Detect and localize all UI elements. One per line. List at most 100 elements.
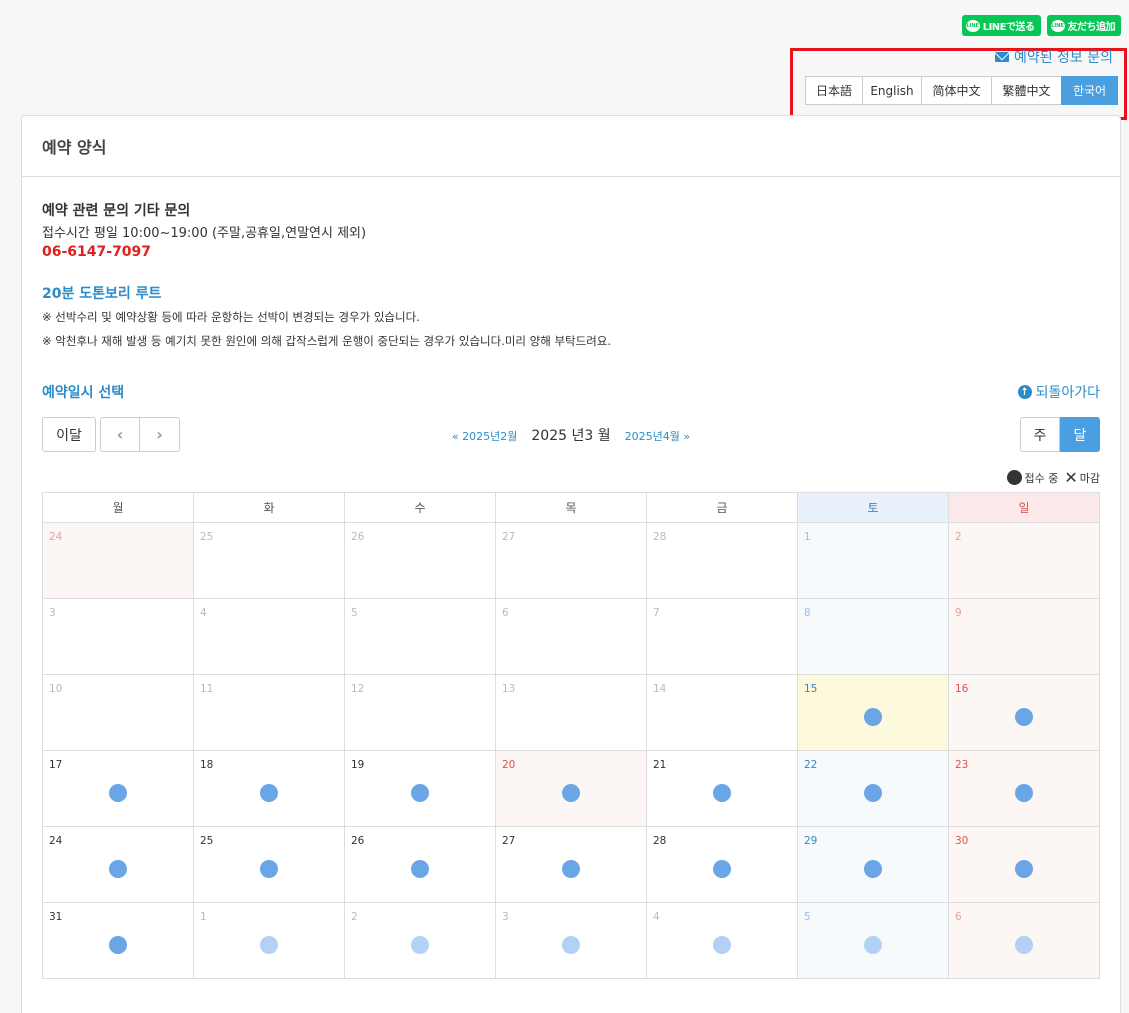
calendar-day-cell[interactable]: 27 bbox=[495, 826, 647, 903]
lang-english-button[interactable]: English bbox=[862, 76, 922, 105]
calendar-day-cell[interactable]: 25 bbox=[193, 826, 345, 903]
reservation-inquiry-label: 예약된 정보 문의 bbox=[1013, 50, 1113, 66]
calendar-day-cell[interactable]: 5 bbox=[797, 902, 949, 979]
calendar-day-cell[interactable]: 6 bbox=[948, 902, 1100, 979]
card-title: 예약 양식 bbox=[22, 116, 1120, 177]
calendar-day-cell[interactable]: 31 bbox=[42, 902, 194, 979]
lang-korean-button[interactable]: 한국어 bbox=[1061, 76, 1118, 105]
day-number: 22 bbox=[804, 759, 818, 771]
day-number: 19 bbox=[351, 759, 365, 771]
calendar-day-cell: 13 bbox=[495, 674, 647, 751]
day-number: 25 bbox=[200, 531, 214, 543]
calendar-week-row: 31 1 2 3 4 5 6 bbox=[42, 902, 1100, 979]
calendar-day-cell: 11 bbox=[193, 674, 345, 751]
calendar-day-cell[interactable]: 22 bbox=[797, 750, 949, 827]
day-number: 28 bbox=[653, 531, 667, 543]
weekday-mon: 월 bbox=[42, 492, 194, 523]
calendar-day-cell[interactable]: 16 bbox=[948, 674, 1100, 751]
available-dot-icon[interactable] bbox=[109, 860, 127, 878]
available-dot-icon[interactable] bbox=[109, 936, 127, 954]
weekday-wed: 수 bbox=[344, 492, 496, 523]
available-dot-icon[interactable] bbox=[411, 860, 429, 878]
available-dot-icon[interactable] bbox=[562, 784, 580, 802]
calendar-week-row: 17 18 19 20 21 22 23 bbox=[42, 750, 1100, 827]
week-view-button[interactable]: 주 bbox=[1020, 417, 1060, 452]
available-dot-icon[interactable] bbox=[562, 860, 580, 878]
calendar-day-cell[interactable]: 18 bbox=[193, 750, 345, 827]
day-number: 23 bbox=[955, 759, 969, 771]
calendar-day-cell[interactable]: 29 bbox=[797, 826, 949, 903]
lang-japanese-button[interactable]: 日本語 bbox=[805, 76, 863, 105]
calendar-day-cell[interactable]: 21 bbox=[646, 750, 798, 827]
month-view-button[interactable]: 달 bbox=[1060, 417, 1100, 452]
available-dot-icon[interactable] bbox=[562, 936, 580, 954]
calendar-day-cell[interactable]: 17 bbox=[42, 750, 194, 827]
calendar-day-cell[interactable]: 24 bbox=[42, 826, 194, 903]
calendar-day-cell: 26 bbox=[344, 522, 496, 599]
calendar-day-cell[interactable]: 23 bbox=[948, 750, 1100, 827]
close-x-icon: ✕ bbox=[1064, 468, 1078, 487]
available-dot-icon[interactable] bbox=[864, 708, 882, 726]
route-note: ※ 악천후나 재해 발생 등 예기치 못한 원인에 의해 갑작스럽게 운행이 중… bbox=[42, 334, 612, 348]
lang-simplified-chinese-button[interactable]: 简体中文 bbox=[921, 76, 992, 105]
line-logo-icon: LINE bbox=[1050, 19, 1065, 32]
line-add-friend-button[interactable]: LINE 友だち追加 bbox=[1046, 15, 1121, 36]
calendar-day-cell[interactable]: 26 bbox=[344, 826, 496, 903]
reservation-inquiry-link[interactable]: 예약된 정보 문의 bbox=[994, 47, 1113, 67]
prev-month-link[interactable]: « 2025년2월 bbox=[452, 428, 517, 444]
legend-open-label: 접수 중 bbox=[1024, 471, 1059, 485]
available-dot-icon[interactable] bbox=[260, 860, 278, 878]
available-dot-icon[interactable] bbox=[864, 936, 882, 954]
available-dot-icon[interactable] bbox=[713, 784, 731, 802]
arrow-up-circle-icon: ↑ bbox=[1017, 385, 1032, 399]
calendar-day-cell[interactable]: 20 bbox=[495, 750, 647, 827]
calendar-day-cell[interactable]: 19 bbox=[344, 750, 496, 827]
available-dot-icon[interactable] bbox=[713, 936, 731, 954]
available-dot-icon[interactable] bbox=[411, 936, 429, 954]
day-number: 26 bbox=[351, 835, 365, 847]
calendar-day-cell[interactable]: 2 bbox=[344, 902, 496, 979]
calendar-day-cell[interactable]: 30 bbox=[948, 826, 1100, 903]
date-select-title: 예약일시 선택 bbox=[42, 385, 125, 401]
calendar-day-cell: 3 bbox=[42, 598, 194, 675]
day-number: 10 bbox=[49, 683, 63, 695]
language-selector: 日本語 English 简体中文 繁體中文 한국어 bbox=[805, 76, 1118, 105]
day-number: 12 bbox=[351, 683, 365, 695]
next-month-link[interactable]: 2025년4월 » bbox=[625, 428, 690, 444]
calendar-day-cell[interactable]: 1 bbox=[193, 902, 345, 979]
line-send-button[interactable]: LINE LINEで送る bbox=[961, 15, 1041, 36]
calendar-day-cell: 8 bbox=[797, 598, 949, 675]
available-dot-icon[interactable] bbox=[1015, 860, 1033, 878]
available-dot-icon[interactable] bbox=[1015, 708, 1033, 726]
calendar-week-row: 10 11 12 13 14 15 16 bbox=[42, 674, 1100, 751]
available-dot-icon[interactable] bbox=[1015, 784, 1033, 802]
back-link[interactable]: ↑ 되돌아가다 bbox=[1017, 382, 1100, 402]
day-number: 29 bbox=[804, 835, 818, 847]
line-add-friend-label: 友だち追加 bbox=[1067, 22, 1116, 33]
back-label: 되돌아가다 bbox=[1035, 385, 1100, 401]
route-note: ※ 선박수리 및 예약상황 등에 따라 운항하는 선박이 변경되는 경우가 있습… bbox=[42, 310, 420, 324]
calendar-day-cell: 14 bbox=[646, 674, 798, 751]
calendar-day-cell[interactable]: 3 bbox=[495, 902, 647, 979]
available-dot-icon[interactable] bbox=[864, 784, 882, 802]
day-number: 4 bbox=[200, 607, 207, 619]
available-dot-icon[interactable] bbox=[109, 784, 127, 802]
available-dot-icon[interactable] bbox=[260, 936, 278, 954]
available-dot-icon[interactable] bbox=[713, 860, 731, 878]
calendar-day-cell[interactable]: 28 bbox=[646, 826, 798, 903]
open-dot-icon bbox=[1007, 470, 1023, 485]
available-dot-icon[interactable] bbox=[864, 860, 882, 878]
calendar-day-cell: 7 bbox=[646, 598, 798, 675]
day-number: 1 bbox=[200, 911, 207, 923]
calendar-body: 24 25 26 27 28 1 2 3 4 5 6 7 8 9 10 11 12 13 14 15 16 17 18 19 2… bbox=[42, 522, 1100, 979]
calendar-day-cell: 2 bbox=[948, 522, 1100, 599]
calendar-day-cell[interactable]: 4 bbox=[646, 902, 798, 979]
weekday-sat: 토 bbox=[797, 492, 949, 523]
available-dot-icon[interactable] bbox=[1015, 936, 1033, 954]
lang-traditional-chinese-button[interactable]: 繁體中文 bbox=[991, 76, 1062, 105]
day-number: 18 bbox=[200, 759, 214, 771]
day-number: 9 bbox=[955, 607, 962, 619]
calendar-day-cell[interactable]: 15 bbox=[797, 674, 949, 751]
available-dot-icon[interactable] bbox=[260, 784, 278, 802]
available-dot-icon[interactable] bbox=[411, 784, 429, 802]
